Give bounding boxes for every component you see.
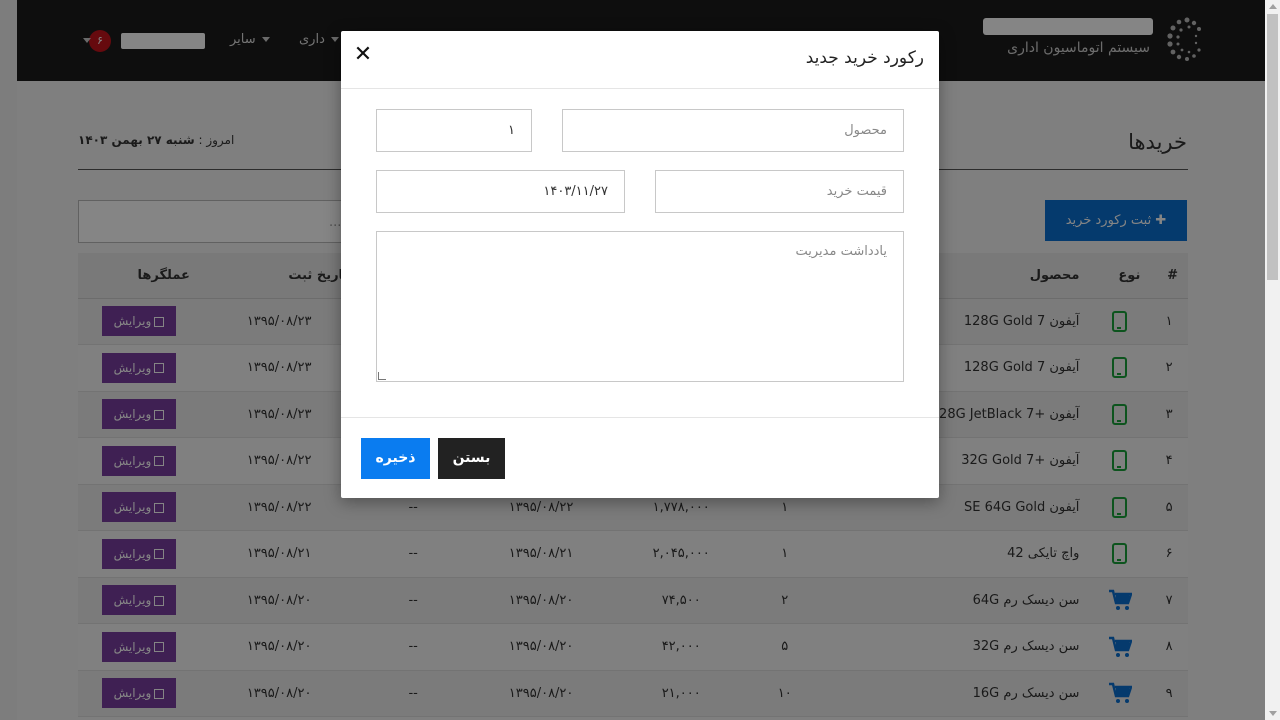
note-textarea[interactable]: یادداشت مدیریت <box>376 231 904 382</box>
modal-footer: ذخیره بستن <box>341 417 939 498</box>
product-input[interactable]: محصول <box>562 109 904 152</box>
vertical-scrollbar[interactable] <box>1265 0 1280 720</box>
new-purchase-modal: رکورد خرید جدید ✕ محصول ۱ قیمت خرید ۱۴۰۳… <box>341 31 939 498</box>
modal-title: رکورد خرید جدید <box>805 48 924 68</box>
save-button[interactable]: ذخیره <box>361 438 430 479</box>
quantity-input[interactable]: ۱ <box>376 109 532 152</box>
close-button[interactable]: بستن <box>438 438 505 479</box>
modal-header: رکورد خرید جدید ✕ <box>341 31 939 89</box>
note-placeholder: یادداشت مدیریت <box>795 244 887 259</box>
close-icon[interactable]: ✕ <box>353 43 373 67</box>
price-input[interactable]: قیمت خرید <box>655 170 904 213</box>
resize-handle-icon[interactable] <box>378 372 386 380</box>
scroll-thumb[interactable] <box>1267 14 1278 280</box>
scroll-down-arrow-icon[interactable] <box>1269 711 1277 716</box>
scroll-up-arrow-icon[interactable] <box>1269 4 1277 9</box>
date-input[interactable]: ۱۴۰۳/۱۱/۲۷ <box>376 170 625 213</box>
